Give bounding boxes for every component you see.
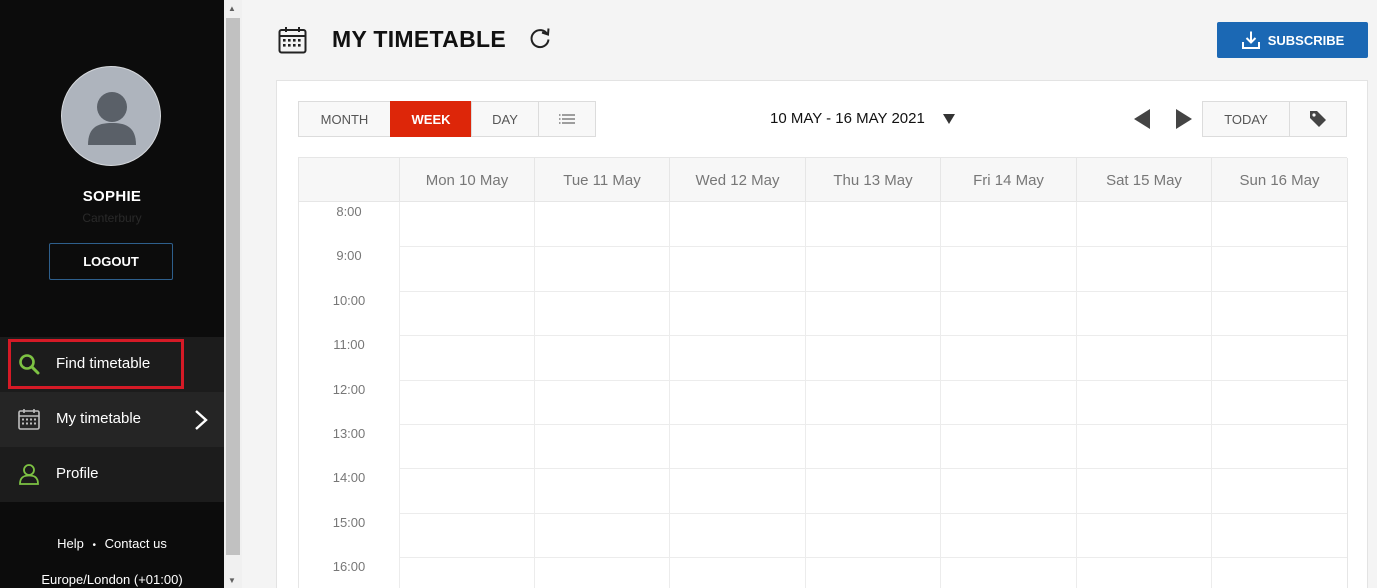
- nav-profile[interactable]: Profile: [0, 447, 224, 502]
- tags-button[interactable]: [1289, 101, 1347, 137]
- logout-button[interactable]: LOGOUT: [49, 243, 173, 280]
- avatar: [61, 66, 161, 166]
- day-column-divider: [534, 202, 535, 588]
- today-button[interactable]: TODAY: [1202, 101, 1290, 137]
- hour-row-divider: [399, 379, 1347, 381]
- day-header: Wed 12 May: [669, 158, 805, 202]
- hour-row-divider: [399, 512, 1347, 514]
- grid-right-border: [1347, 158, 1348, 588]
- footer-separator: •: [92, 540, 97, 551]
- view-list-button[interactable]: [538, 101, 596, 137]
- scroll-down-icon[interactable]: ▼: [228, 576, 236, 585]
- time-label: 10:00: [332, 292, 366, 308]
- subscribe-label: SUBSCRIBE: [1267, 32, 1345, 48]
- caret-down-icon[interactable]: [942, 113, 956, 125]
- list-icon: [559, 114, 575, 124]
- day-header: Sat 15 May: [1076, 158, 1211, 202]
- time-label: 16:00: [332, 559, 366, 575]
- day-header: Fri 14 May: [940, 158, 1076, 202]
- nav-my-timetable[interactable]: My timetable: [0, 392, 224, 447]
- nav-profile-label: Profile: [56, 465, 99, 482]
- download-icon: [1241, 31, 1260, 49]
- day-header: Mon 10 May: [399, 158, 534, 202]
- day-header: Sun 16 May: [1211, 158, 1347, 202]
- scrollbar-thumb[interactable]: [226, 18, 240, 555]
- nav-find-timetable[interactable]: Find timetable: [0, 337, 224, 392]
- day-column-divider: [940, 202, 941, 588]
- day-column-divider: [1211, 202, 1212, 588]
- day-column-divider: [805, 202, 806, 588]
- calendar-icon: [18, 409, 40, 430]
- timezone-label: Europe/London (+01:00): [41, 572, 183, 587]
- calendar-icon: [278, 27, 307, 54]
- page-title: MY TIMETABLE: [332, 26, 506, 52]
- time-label: 13:00: [332, 426, 366, 441]
- prev-week-icon[interactable]: [1132, 108, 1152, 130]
- hour-row-divider: [399, 335, 1347, 337]
- chevron-right-icon: [195, 410, 208, 430]
- next-week-icon[interactable]: [1174, 108, 1194, 130]
- scrollbar[interactable]: ▲ ▼: [224, 0, 242, 588]
- day-column-divider: [669, 202, 670, 588]
- nav-my-label: My timetable: [56, 410, 142, 427]
- view-switcher: MONTH WEEK DAY: [298, 101, 596, 137]
- hour-row-divider: [399, 290, 1347, 292]
- view-month-button[interactable]: MONTH: [298, 101, 391, 137]
- user-name: SOPHIE: [82, 188, 142, 205]
- week-grid: Mon 10 May Tue 11 May Wed 12 May Thu 13 May…: [298, 157, 1348, 588]
- day-header: Thu 13 May: [805, 158, 940, 202]
- view-week-button[interactable]: WEEK: [390, 101, 472, 137]
- hour-row-divider: [399, 557, 1347, 559]
- time-label: 12:00: [332, 381, 366, 397]
- nav-find-label: Find timetable: [56, 355, 151, 372]
- contact-link[interactable]: Contact us: [105, 536, 167, 551]
- user-icon: [19, 464, 39, 485]
- time-label: 11:00: [333, 337, 365, 353]
- date-range-label[interactable]: 10 MAY - 16 MAY 2021: [770, 110, 925, 127]
- sidebar: SOPHIE Canterbury LOGOUT Find timetable …: [0, 0, 224, 588]
- time-label: 14:00: [332, 470, 366, 486]
- help-link[interactable]: Help: [57, 536, 84, 551]
- profile-panel: SOPHIE Canterbury LOGOUT: [0, 0, 224, 336]
- day-header: Tue 11 May: [534, 158, 669, 202]
- tag-icon: [1310, 111, 1326, 127]
- time-column-divider: [399, 202, 400, 588]
- user-subtitle: Canterbury: [82, 211, 142, 225]
- person-silhouette-icon: [88, 92, 136, 145]
- hour-row-divider: [399, 424, 1347, 425]
- hour-row-divider: [399, 246, 1347, 248]
- search-icon: [19, 354, 40, 375]
- day-column-divider: [1076, 202, 1077, 588]
- view-day-button[interactable]: DAY: [471, 101, 539, 137]
- refresh-icon[interactable]: [528, 26, 552, 50]
- time-label: 15:00: [332, 514, 366, 530]
- subscribe-button[interactable]: SUBSCRIBE: [1217, 22, 1368, 58]
- time-label: 8:00: [336, 204, 362, 219]
- time-label: 9:00: [336, 248, 362, 264]
- hour-row-divider: [399, 468, 1347, 470]
- footer-links: Help • Contact us: [0, 536, 224, 551]
- scroll-up-icon[interactable]: ▲: [228, 4, 236, 13]
